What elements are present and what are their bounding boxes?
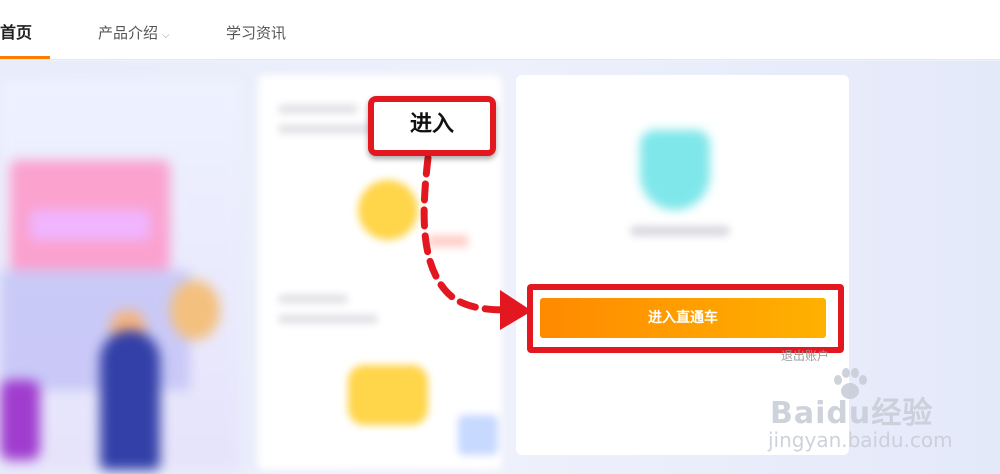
top-navigation: 首页 产品介绍 ⌵ 学习资讯 — [0, 0, 1000, 60]
nav-product-tab[interactable]: 产品介绍 ⌵ — [98, 0, 170, 60]
nav-learn-tab[interactable]: 学习资讯 — [226, 0, 286, 60]
enter-callout: 进入 — [368, 96, 496, 156]
nav-home-label: 首页 — [0, 23, 33, 42]
watermark-logo: Baidu经验 — [770, 396, 934, 431]
logout-link[interactable]: 退出账户 — [781, 347, 829, 364]
nav-home-tab[interactable]: 首页 — [0, 0, 50, 60]
nav-active-underline — [0, 56, 50, 59]
nav-learn-label: 学习资讯 — [226, 24, 287, 42]
chevron-down-icon: ⌵ — [162, 30, 170, 41]
arrow-annotation-icon — [420, 154, 532, 330]
shield-icon — [640, 130, 710, 220]
nav-product-label: 产品介绍 — [98, 24, 159, 42]
blurred-account-name — [630, 226, 730, 236]
enter-zhitongche-button[interactable]: 进入直通车 — [540, 298, 826, 338]
watermark-url: jingyan.baidu.com — [768, 428, 953, 452]
blurred-banner — [0, 80, 240, 470]
